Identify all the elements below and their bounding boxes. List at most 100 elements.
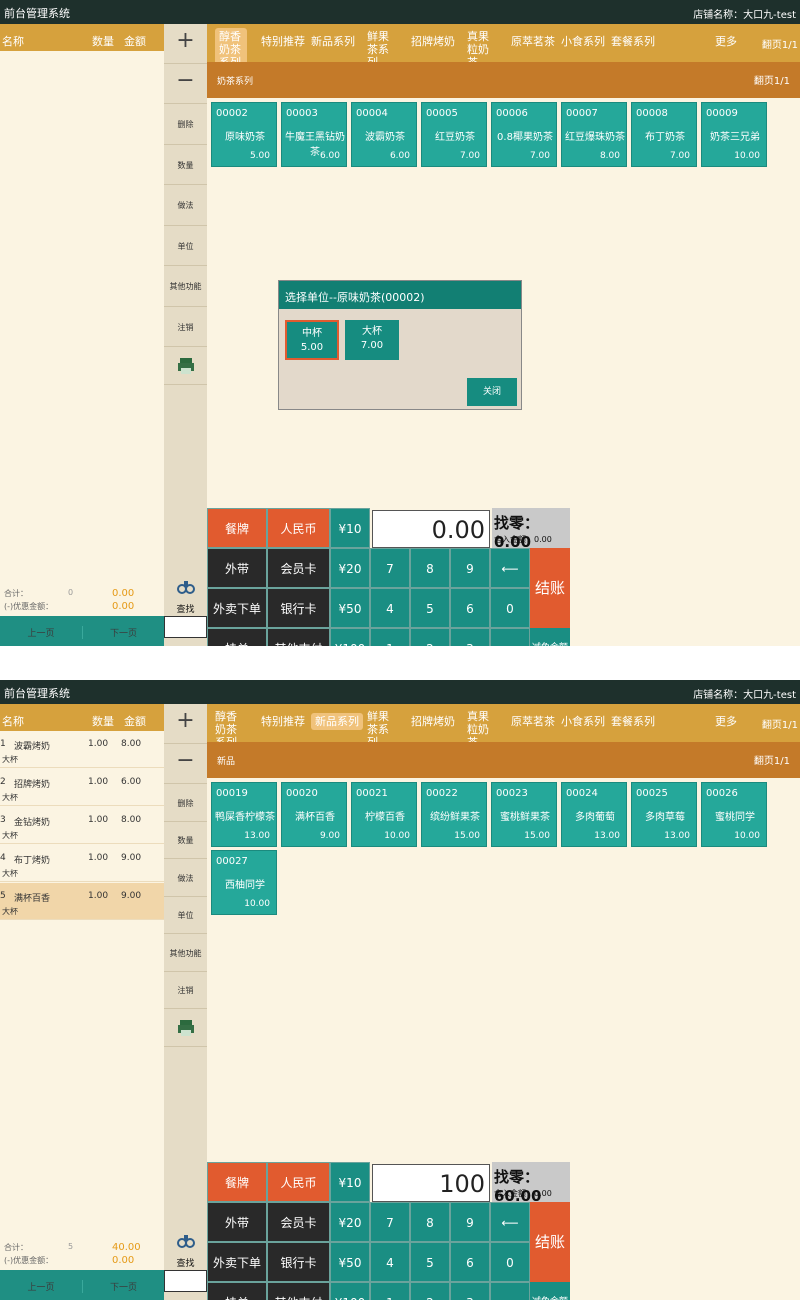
find-label[interactable]: 查找 [164,1256,207,1269]
other-functions-button[interactable]: 其他功能 [164,934,207,972]
key-r3-4[interactable]: 5 [410,588,450,628]
key-r2-4[interactable]: 8 [410,1202,450,1242]
product-tile[interactable]: 00025 多肉草莓 13.00 [631,782,697,847]
tab-category-4[interactable]: 招牌烤奶 [411,715,455,728]
find-input[interactable] [164,616,207,638]
key-r1-0[interactable]: 餐牌 [207,508,267,548]
key-r3-5[interactable]: 6 [450,1242,490,1282]
key-r3-2[interactable]: ¥50 [330,588,370,628]
product-tile[interactable]: 00003 牛魔王黑钻奶茶 6.00 [281,102,347,167]
key-r4-0[interactable]: 挂单 [207,628,267,646]
product-tile[interactable]: 00021 柠檬百香 10.00 [351,782,417,847]
key-r3-2[interactable]: ¥50 [330,1242,370,1282]
category-page-label[interactable]: 翻页 [762,40,782,51]
key-r4-2[interactable]: ¥100 [330,628,370,646]
tab-category-2[interactable]: 新品系列 [311,713,363,730]
product-tile[interactable]: 00022 缤纷鲜果茶 15.00 [421,782,487,847]
key-r2-3[interactable]: 7 [370,548,410,588]
tab-category-1[interactable]: 特别推荐 [261,35,305,48]
product-tile[interactable]: 00006 0.8椰果奶茶 7.00 [491,102,557,167]
key-r4-0[interactable]: 挂单 [207,1282,267,1300]
order-row[interactable]: 5 满杯百香 1.00 9.00 大杯 [0,883,164,920]
unit-option-0[interactable]: 中杯 5.00 [285,320,339,360]
tab-category-8[interactable]: 套餐系列 [611,35,655,48]
key-r3-0[interactable]: 外卖下单 [207,1242,267,1282]
key-r3-5[interactable]: 6 [450,588,490,628]
key-r2-0[interactable]: 外带 [207,548,267,588]
key-r3-0[interactable]: 外卖下单 [207,588,267,628]
product-tile[interactable]: 00020 满杯百香 9.00 [281,782,347,847]
key-r4-6[interactable]: · [490,1282,530,1300]
key-r2-3[interactable]: 7 [370,1202,410,1242]
order-row[interactable]: 1 波霸烤奶 1.00 8.00 大杯 [0,731,164,768]
tab-category-6[interactable]: 原萃茗茶 [511,715,555,728]
order-row[interactable]: 4 布丁烤奶 1.00 9.00 大杯 [0,845,164,882]
method-button[interactable]: 做法 [164,859,207,897]
prev-page-button[interactable]: 上一页 [0,1280,82,1293]
tab-category-6[interactable]: 原萃茗茶 [511,35,555,48]
key-r2-4[interactable]: 8 [410,548,450,588]
key-r4-6[interactable]: · [490,628,530,646]
discount-button[interactable]: 减免金额 [530,1282,570,1300]
tab-category-9[interactable]: 更多 [715,35,737,48]
key-r3-4[interactable]: 5 [410,1242,450,1282]
plus-button[interactable]: + [164,704,207,744]
key-r3-1[interactable]: 银行卡 [267,1242,330,1282]
print-button[interactable] [164,1009,207,1047]
key-r2-2[interactable]: ¥20 [330,548,370,588]
key-r4-3[interactable]: 1 [370,1282,410,1300]
key-r4-1[interactable]: 其他支付 [267,1282,330,1300]
key-r3-1[interactable]: 银行卡 [267,588,330,628]
tab-category-2[interactable]: 新品系列 [311,35,355,48]
key-r4-4[interactable]: 2 [410,628,450,646]
order-row[interactable]: 3 金钻烤奶 1.00 8.00 大杯 [0,807,164,844]
key-r4-3[interactable]: 1 [370,628,410,646]
key-r3-6[interactable]: 0 [490,588,530,628]
next-page-button[interactable]: 下一页 [82,626,164,639]
tab-category-7[interactable]: 小食系列 [561,35,605,48]
product-tile[interactable]: 00027 西柚同学 10.00 [211,850,277,915]
find-label[interactable]: 查找 [164,602,207,615]
minus-button[interactable]: − [164,744,207,784]
tab-category-7[interactable]: 小食系列 [561,715,605,728]
key-r2-5[interactable]: 9 [450,1202,490,1242]
key-r1-2[interactable]: ¥10 [330,508,370,548]
key-r2-1[interactable]: 会员卡 [267,1202,330,1242]
checkout-button[interactable]: 结账 [530,548,570,628]
unit-button[interactable]: 单位 [164,897,207,934]
tab-category-1[interactable]: 特别推荐 [261,715,305,728]
product-tile[interactable]: 00007 红豆爆珠奶茶 8.00 [561,102,627,167]
key-r2-2[interactable]: ¥20 [330,1202,370,1242]
key-r2-6[interactable]: ⟵ [490,1202,530,1242]
key-r4-5[interactable]: 3 [450,1282,490,1300]
other-functions-button[interactable]: 其他功能 [164,266,207,307]
tab-category-4[interactable]: 招牌烤奶 [411,35,455,48]
product-tile[interactable]: 00002 原味奶茶 5.00 [211,102,277,167]
logout-button[interactable]: 注销 [164,307,207,347]
minus-button[interactable]: − [164,64,207,104]
logout-button[interactable]: 注销 [164,972,207,1009]
order-row[interactable]: 2 招牌烤奶 1.00 6.00 大杯 [0,769,164,806]
key-r2-1[interactable]: 会员卡 [267,548,330,588]
product-tile[interactable]: 00008 布丁奶茶 7.00 [631,102,697,167]
modal-close-button[interactable]: 关闭 [467,378,517,406]
key-r2-6[interactable]: ⟵ [490,548,530,588]
sub-page-label[interactable]: 翻页 [754,76,774,87]
product-tile[interactable]: 00019 鸭屎香柠檬茶 13.00 [211,782,277,847]
find-input[interactable] [164,1270,207,1292]
sub-page-label[interactable]: 翻页 [754,756,774,767]
product-tile[interactable]: 00024 多肉葡萄 13.00 [561,782,627,847]
unit-option-1[interactable]: 大杯 7.00 [345,320,399,360]
key-r1-1[interactable]: 人民币 [267,1162,330,1202]
key-r2-5[interactable]: 9 [450,548,490,588]
unit-button[interactable]: 单位 [164,226,207,266]
print-button[interactable] [164,347,207,385]
delete-button[interactable]: 删除 [164,104,207,145]
method-button[interactable]: 做法 [164,185,207,226]
key-r3-3[interactable]: 4 [370,588,410,628]
key-r1-0[interactable]: 餐牌 [207,1162,267,1202]
category-page-label[interactable]: 翻页 [762,720,782,731]
discount-button[interactable]: 减免金额 [530,628,570,646]
tab-category-9[interactable]: 更多 [715,715,737,728]
plus-button[interactable]: + [164,24,207,64]
